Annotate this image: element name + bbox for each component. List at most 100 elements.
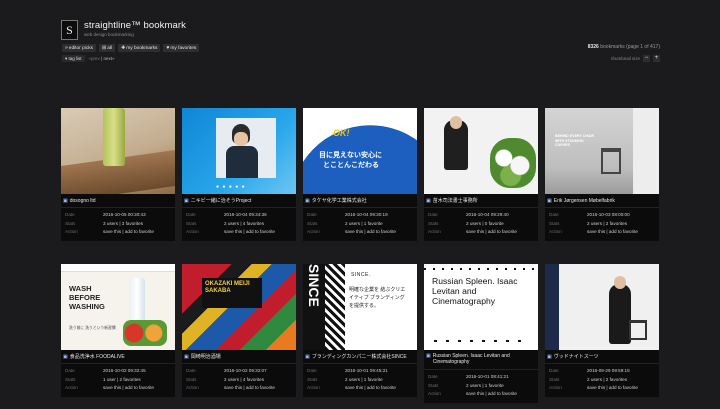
bookmark-meta: Date 2016-10-01 09:45:31 Stats 2 users | 1… bbox=[303, 364, 417, 397]
meta-date: 2016-10-01 08:41:21 bbox=[466, 374, 509, 379]
pagination: «prev | next» bbox=[89, 56, 115, 61]
meta-key: Action bbox=[428, 391, 441, 396]
meta-date: 2016-10-04 09:29:40 bbox=[466, 212, 509, 217]
nav-my-favorites[interactable]: ♥my favorites bbox=[163, 44, 200, 52]
poster-title: OKAZAKI MEIJI SAKABA bbox=[205, 281, 250, 294]
meta-key: Action bbox=[307, 229, 320, 234]
link-icon: ▣ bbox=[63, 197, 68, 204]
bookmark-thumbnail[interactable]: BEHIND EVERY CHAIR WITH STANDING CURVES bbox=[545, 108, 659, 194]
bookmark-thumbnail[interactable]: OKAZAKI MEIJI SAKABA bbox=[182, 264, 296, 350]
site-sidebar-strip bbox=[545, 264, 559, 350]
meta-action[interactable]: save this | add to favorite bbox=[345, 384, 396, 393]
since-vertical-band: SINCE bbox=[303, 264, 325, 350]
meta-stats: 2 users | 2 favorites bbox=[587, 376, 628, 382]
bookmark-thumbnail[interactable]: ● ● ● ● ● bbox=[182, 108, 296, 194]
dash-bar bbox=[424, 268, 538, 270]
bookmark-card: ▣ dosogno ltd Date 2016-10-05 00:30:43 Sta… bbox=[61, 108, 175, 241]
meta-action[interactable]: save this | add to favorite bbox=[103, 384, 154, 393]
nav-all[interactable]: ⊞all bbox=[99, 44, 116, 52]
bookmark-meta: Date 2016-10-04 09:34:36 Stats 2 users | 4… bbox=[182, 208, 296, 241]
bookmark-thumbnail[interactable] bbox=[424, 108, 538, 194]
meta-key: Date bbox=[428, 212, 438, 217]
bookmark-title[interactable]: ▣ 食品洗浄水 FOODALIVE bbox=[61, 350, 175, 364]
thumb-subline: 洗う前に 洗うという新習慣 bbox=[69, 326, 116, 330]
next-link[interactable]: next» bbox=[104, 56, 115, 61]
meta-key: Action bbox=[186, 385, 199, 390]
plus-icon: ✚ bbox=[121, 45, 126, 51]
nav-editor-picks[interactable]: »editor picks bbox=[62, 44, 97, 52]
bookmark-card: ▣ 苗木司法書士事務所 Date 2016-10-04 09:29:40 Stats… bbox=[424, 108, 538, 241]
meta-action[interactable]: save this | add to favorite bbox=[224, 384, 275, 393]
meta-action[interactable]: save this | add to favorite bbox=[587, 384, 638, 393]
since-vertical-text: SINCE bbox=[306, 264, 322, 307]
pagination-separator: | bbox=[101, 56, 103, 61]
bookmark-title[interactable]: ▣ dosogno ltd bbox=[61, 194, 175, 208]
link-icon: ▣ bbox=[184, 197, 189, 204]
site-title[interactable]: straightline™ bookmark bbox=[84, 20, 186, 31]
shrink-button[interactable]: − bbox=[643, 55, 650, 62]
bookmark-thumbnail[interactable]: OK! 目に見えない安心に とことんこだわる bbox=[303, 108, 417, 194]
meta-date: 2016-10-01 09:45:31 bbox=[345, 368, 388, 373]
bookmark-title[interactable]: ▣ ヴッドナイトスーツ bbox=[545, 350, 659, 364]
bookmark-title[interactable]: ▣ タケヤ化学工業株式会社 bbox=[303, 194, 417, 208]
meta-key: Stats bbox=[428, 382, 439, 388]
bookmark-meta: Date 2016-10-03 08:00:00 Stats 2 users | 2… bbox=[545, 208, 659, 241]
enlarge-button[interactable]: + bbox=[653, 55, 660, 62]
bookmark-title[interactable]: ▣ Russian Spleen. Isaac Levitan and Cinem… bbox=[424, 350, 538, 370]
meta-key: Stats bbox=[549, 220, 560, 226]
person-face bbox=[614, 276, 626, 289]
bookmark-card: BEHIND EVERY CHAIR WITH STANDING CURVES … bbox=[545, 108, 659, 241]
link-icon: ▣ bbox=[547, 353, 552, 360]
meta-action[interactable]: save this | add to favorite bbox=[466, 228, 517, 237]
bookmark-name: 食品洗浄水 FOODALIVE bbox=[69, 354, 125, 360]
bookmark-card: SINCE SINCE. 明確な企業を 結ぶクリエイティブ ブランディング を提… bbox=[303, 264, 417, 397]
bookmark-name: dosogno ltd bbox=[69, 197, 96, 204]
meta-key: Date bbox=[549, 368, 559, 373]
bookmark-thumbnail[interactable]: Russian Spleen. Isaac Levitan and Cinema… bbox=[424, 264, 538, 350]
bookmark-title[interactable]: ▣ 岡崎明治酒場 bbox=[182, 350, 296, 364]
meta-action[interactable]: save this | add to favorite bbox=[466, 390, 517, 399]
bookmark-thumbnail[interactable] bbox=[545, 264, 659, 350]
bookmark-thumbnail[interactable]: SINCE SINCE. 明確な企業を 結ぶクリエイティブ ブランディング を提… bbox=[303, 264, 417, 350]
thumbnail-size-control: thumbnail size − + bbox=[611, 55, 660, 62]
meta-key: Date bbox=[65, 212, 75, 217]
meta-key: Date bbox=[428, 374, 438, 379]
meta-action[interactable]: save this | add to favorite bbox=[224, 228, 275, 237]
bookmark-title[interactable]: ▣ 苗木司法書士事務所 bbox=[424, 194, 538, 208]
prev-link[interactable]: «prev bbox=[89, 56, 100, 61]
meta-key: Date bbox=[186, 212, 196, 217]
meta-key: Action bbox=[428, 229, 441, 234]
meta-stats: 2 users | 1 favorite bbox=[466, 382, 504, 388]
thumb-headline: WASH BEFORE WASHING bbox=[69, 284, 105, 311]
meta-key: Stats bbox=[186, 376, 197, 382]
bookmark-card: WASH BEFORE WASHING 洗う前に 洗うという新習慣 ▣ 食品洗浄水… bbox=[61, 264, 175, 397]
bookmark-title[interactable]: ▣ Erik Jørgensen Møbelfabrik bbox=[545, 194, 659, 208]
vegetables-image bbox=[123, 320, 167, 346]
bookmark-thumbnail[interactable]: WASH BEFORE WASHING 洗う前に 洗うという新習慣 bbox=[61, 264, 175, 350]
meta-key: Date bbox=[307, 212, 317, 217]
tag-list-button[interactable]: ▾ tag list bbox=[62, 55, 85, 62]
meta-action[interactable]: save this | add to favorite bbox=[587, 228, 638, 237]
meta-date: 2016-09-29 09:59:18 bbox=[587, 368, 630, 373]
bookmark-card: OKAZAKI MEIJI SAKABA ▣ 岡崎明治酒場 Date 2016-10… bbox=[182, 264, 296, 397]
bookmark-name: 岡崎明治酒場 bbox=[190, 354, 221, 360]
heart-icon: ♥ bbox=[166, 45, 170, 51]
bookmark-name: ブランディングカンパニー株式会社SINCE bbox=[311, 354, 407, 360]
meta-action[interactable]: save this | add to favorite bbox=[103, 228, 154, 237]
bookmark-thumbnail[interactable] bbox=[61, 108, 175, 194]
site-header-strip bbox=[61, 264, 175, 272]
meta-date: 2016-10-02 09:32:07 bbox=[224, 368, 267, 373]
meta-action[interactable]: save this | add to favorite bbox=[345, 228, 396, 237]
bookmark-card: ▣ ヴッドナイトスーツ Date 2016-09-29 09:59:18 Stats… bbox=[545, 264, 659, 397]
meta-key: Stats bbox=[65, 220, 76, 226]
meta-key: Action bbox=[307, 385, 320, 390]
meta-key: Date bbox=[549, 212, 559, 217]
site-logo[interactable]: S bbox=[61, 20, 78, 40]
bookmark-title[interactable]: ▣ ブランディングカンパニー株式会社SINCE bbox=[303, 350, 417, 364]
bookmark-title[interactable]: ▣ ニキビ一緒に治そうProject bbox=[182, 194, 296, 208]
meta-date: 2016-10-02 09:32:45 bbox=[103, 368, 146, 373]
nav-my-bookmarks[interactable]: ✚my bookmarks bbox=[118, 44, 161, 52]
window-light bbox=[633, 108, 659, 194]
main-nav: »editor picks ⊞all ✚my bookmarks ♥my fav… bbox=[62, 44, 200, 52]
thumb-headline: BEHIND EVERY CHAIR WITH STANDING CURVES bbox=[555, 134, 595, 148]
